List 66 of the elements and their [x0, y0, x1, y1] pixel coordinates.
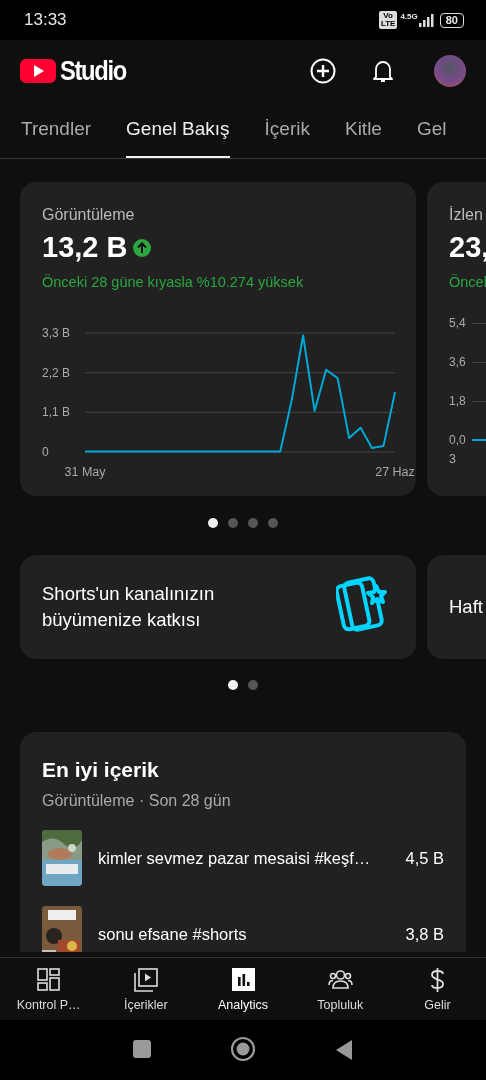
page-indicator-dot[interactable]: [228, 518, 238, 528]
section-subtitle: Görüntüleme · Son 28 gün: [42, 792, 232, 810]
comparison-text: Önceki 28 güne kıyasla %10.274 yüksek: [42, 274, 305, 290]
view-count: 3,8 B: [405, 924, 444, 944]
y-tick-label: 0,0: [449, 433, 466, 447]
content-row[interactable]: kimler sevmez pazar mesaisi #keşf… 4,5 B: [42, 830, 444, 886]
y-tick-label: 1,1 B: [42, 405, 71, 420]
x-tick-label: 3: [449, 452, 457, 466]
volte-badge: Vo LTE: [378, 11, 398, 29]
promo-card[interactable]: Shorts'un kanalınızın büyümenize katkısı: [20, 555, 416, 659]
tab[interactable]: Trendler: [21, 102, 92, 158]
back-triangle-icon: [334, 1039, 354, 1061]
avatar[interactable]: [434, 55, 466, 87]
y-tick-label: 1,8: [449, 394, 466, 408]
back-button[interactable]: [334, 1039, 354, 1061]
logo-text: Studio: [60, 55, 126, 87]
page-indicator-dot[interactable]: [208, 518, 218, 528]
y-tick-label: 3,3 B: [42, 326, 71, 340]
section-title: En iyi içerik: [42, 758, 160, 782]
nav-tab[interactable]: Topluluk: [291, 958, 389, 1020]
page-indicator-dot[interactable]: [268, 518, 278, 528]
x-tick-label: 27 Haz: [375, 465, 415, 479]
page-indicator-dot[interactable]: [248, 518, 258, 528]
dashboard-icon: [36, 966, 62, 992]
y-tick-label: 3,6: [449, 355, 466, 369]
page-indicator-dot[interactable]: [248, 680, 258, 690]
y-tick-label: 0: [42, 445, 49, 459]
video-title: sonu efsane #shorts: [98, 924, 248, 944]
clock-time: 13:33: [24, 10, 67, 30]
home-button[interactable]: [230, 1036, 256, 1064]
tab[interactable]: Gel: [416, 102, 447, 158]
network-type: 4.5G: [400, 12, 418, 21]
bar-chart-icon: [230, 966, 256, 992]
x-tick-label: 31 May: [64, 465, 106, 479]
tab[interactable]: Kitle: [344, 102, 382, 158]
metric-title: İzlen: [449, 206, 484, 224]
video-title: kimler sevmez pazar mesaisi #keşf…: [98, 848, 372, 868]
promo-text: Shorts'un kanalınızın büyümenize katkısı: [42, 582, 216, 632]
metric-title: Görüntüleme: [42, 206, 136, 224]
y-tick-label: 2,2 B: [42, 365, 71, 380]
plus-icon: [310, 58, 336, 84]
y-tick-label: 5,4: [449, 316, 466, 330]
notifications-button[interactable]: [372, 58, 394, 84]
nav-tab[interactable]: Analytics: [194, 958, 292, 1020]
battery-level: 80: [439, 12, 464, 28]
nav-tab[interactable]: Kontrol P…: [0, 958, 98, 1020]
create-button[interactable]: [310, 58, 336, 84]
promo-text: Haft: [449, 595, 483, 619]
video-library-icon: [133, 966, 159, 992]
nav-tab[interactable]: Gelir: [388, 958, 486, 1020]
page-indicator-dot[interactable]: [228, 680, 238, 690]
content-row[interactable]: sonu efsane #shorts 3,8 B: [42, 906, 444, 952]
metric-value: 13,2 B: [42, 231, 128, 264]
view-count: 4,5 B: [405, 848, 444, 868]
promo-card[interactable]: Haft: [427, 555, 486, 659]
nav-tab[interactable]: İçerikler: [97, 958, 195, 1020]
tab[interactable]: Genel Bakış: [126, 102, 230, 158]
signal-icon: [417, 13, 434, 27]
metric-card[interactable]: Görüntüleme 13,2 B Önceki 28 güne kıyasla %10.274 yüksek 3,3 B 2,2 B 1,1 B 0 31 May 27 Haz: [20, 182, 416, 496]
square-icon: [132, 1039, 152, 1061]
play-logo-icon: [20, 58, 56, 84]
bell-icon: [372, 58, 394, 84]
tab[interactable]: İçerik: [264, 102, 310, 158]
home-circle-icon: [230, 1036, 256, 1064]
recents-button[interactable]: [132, 1039, 152, 1061]
comparison-text: Öncel: [449, 274, 486, 290]
